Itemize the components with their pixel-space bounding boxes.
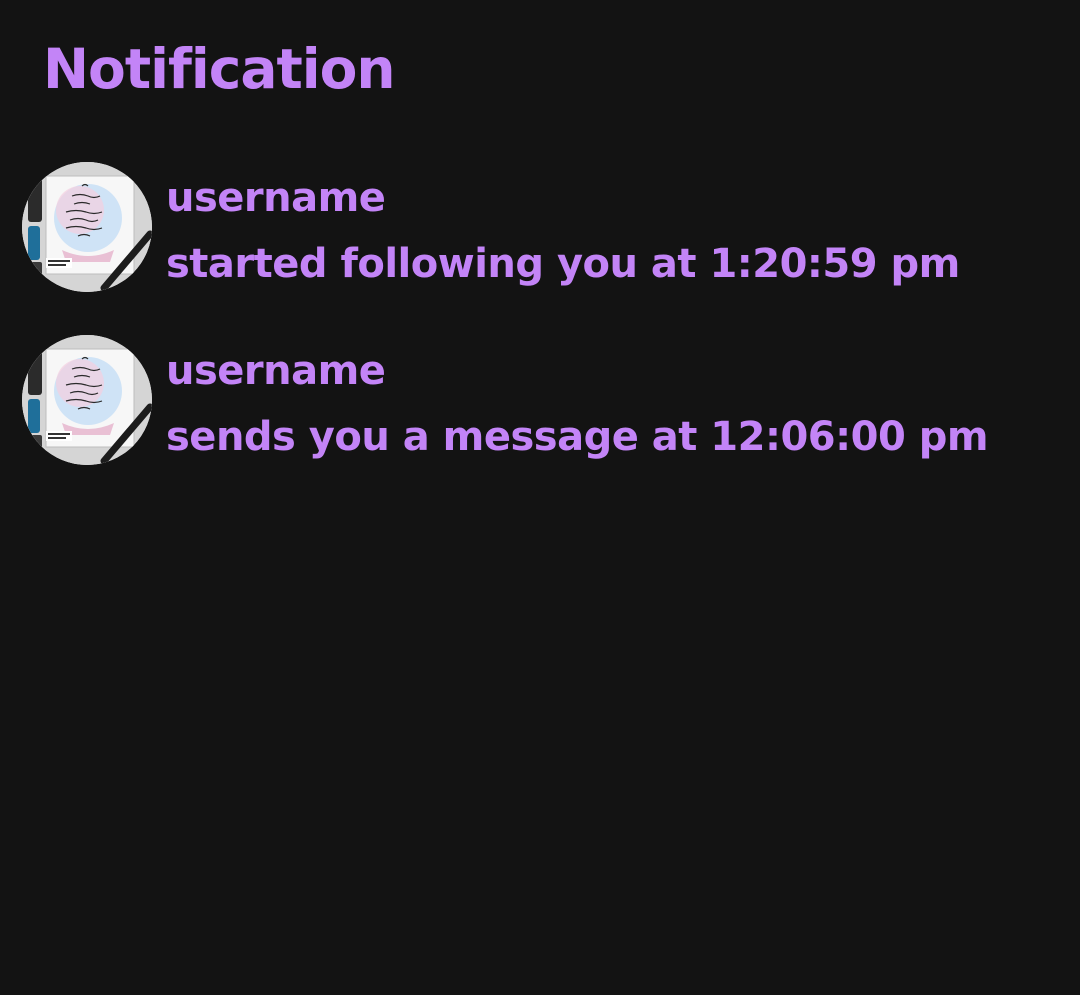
notification-text: username sends you a message at 12:06:00… (166, 347, 989, 461)
notification-username[interactable]: username (166, 347, 988, 395)
notification-item[interactable]: username sends you a message at 12:06:00… (22, 333, 1062, 468)
notification-item[interactable]: username started following you at 1:20:5… (22, 160, 1062, 295)
avatar-image-icon (22, 335, 152, 465)
notification-message: started following you at 1:20:59 pm (166, 241, 960, 287)
notification-screen: Notification username started following … (0, 0, 1080, 995)
notification-username[interactable]: username (166, 174, 960, 222)
avatar-image-icon (22, 162, 152, 292)
notification-message: sends you a message at 12:06:00 pm (166, 414, 989, 460)
avatar[interactable] (22, 335, 152, 465)
page-title: Notification (43, 37, 396, 101)
notification-text: username started following you at 1:20:5… (166, 174, 960, 288)
avatar[interactable] (22, 162, 152, 292)
